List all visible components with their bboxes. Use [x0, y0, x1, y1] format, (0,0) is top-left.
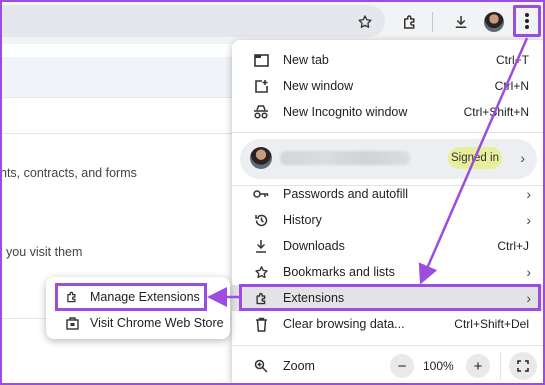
- zoom-in-button[interactable]: +: [466, 354, 490, 378]
- fullscreen-icon: [517, 360, 529, 372]
- zoom-divider: [500, 352, 501, 380]
- menu-item-new-window[interactable]: New window Ctrl+N: [232, 73, 545, 99]
- web-store-icon: [64, 315, 80, 331]
- trash-icon: [252, 315, 270, 333]
- page-text-line: nts, contracts, and forms: [0, 166, 137, 180]
- menu-item-label: History: [283, 213, 322, 227]
- menu-item-label: New Incognito window: [283, 105, 408, 119]
- download-icon: [252, 237, 270, 255]
- menu-item-label: Downloads: [283, 239, 345, 253]
- fullscreen-button[interactable]: [509, 352, 537, 380]
- chevron-right-icon: ›: [526, 264, 531, 280]
- manage-extensions-highlight: [55, 283, 207, 311]
- menu-item-label: Clear browsing data...: [283, 317, 405, 331]
- menu-item-shortcut: Ctrl+T: [496, 53, 529, 67]
- incognito-icon: [252, 103, 270, 121]
- download-icon[interactable]: [449, 10, 473, 34]
- menu-item-shortcut: Ctrl+N: [494, 79, 529, 93]
- zoom-level: 100%: [423, 359, 454, 373]
- new-tab-icon: [252, 51, 270, 69]
- menu-item-clear-browsing-data[interactable]: Clear browsing data... Ctrl+Shift+Del: [232, 311, 545, 337]
- new-window-icon: [252, 77, 270, 95]
- chrome-menu: New tab Ctrl+T New window Ctrl+N New Inc…: [232, 40, 545, 385]
- profile-avatar[interactable]: [484, 12, 504, 32]
- menu-button-highlight: [513, 5, 541, 37]
- menu-item-downloads[interactable]: Downloads Ctrl+J: [232, 233, 545, 259]
- extensions-puzzle-icon[interactable]: [398, 10, 422, 34]
- profile-avatar: [250, 147, 272, 169]
- star-icon: [252, 263, 270, 281]
- menu-item-label: Bookmarks and lists: [283, 265, 395, 279]
- menu-item-new-incognito[interactable]: New Incognito window Ctrl+Shift+N: [232, 99, 545, 125]
- menu-item-shortcut: Ctrl+Shift+Del: [454, 317, 529, 331]
- page-banner: [0, 57, 232, 98]
- menu-item-history[interactable]: History ›: [232, 207, 545, 233]
- toolbar-divider: [432, 12, 433, 32]
- zoom-magnifier-icon: [252, 357, 270, 375]
- address-bar[interactable]: [0, 5, 385, 37]
- submenu-item-web-store[interactable]: Visit Chrome Web Store: [46, 310, 230, 336]
- chevron-right-icon: ›: [526, 186, 531, 202]
- menu-item-new-tab[interactable]: New tab Ctrl+T: [232, 47, 545, 73]
- blurred-profile-name: [280, 151, 410, 165]
- menu-divider: [232, 345, 545, 346]
- chevron-right-icon: ›: [520, 150, 525, 166]
- page-text-line: you visit them: [6, 245, 83, 259]
- menu-item-zoom: Zoom: [232, 353, 545, 379]
- menu-item-label: Passwords and autofill: [283, 187, 409, 201]
- signed-in-badge: Signed in: [448, 147, 502, 169]
- star-icon[interactable]: [353, 10, 377, 34]
- menu-item-passwords[interactable]: Passwords and autofill ›: [232, 181, 545, 207]
- history-icon: [252, 211, 270, 229]
- menu-item-shortcut: Ctrl+J: [497, 239, 529, 253]
- profile-row[interactable]: Signed in ›: [240, 139, 537, 179]
- menu-item-bookmarks[interactable]: Bookmarks and lists ›: [232, 259, 545, 285]
- menu-divider: [232, 132, 545, 133]
- submenu-item-label: Visit Chrome Web Store: [90, 316, 224, 330]
- browser-toolbar: [0, 0, 545, 44]
- menu-item-label: New window: [283, 79, 354, 93]
- zoom-out-button[interactable]: −: [390, 354, 414, 378]
- key-icon: [252, 185, 270, 203]
- content-divider: [0, 133, 232, 134]
- menu-item-label: New tab: [283, 53, 329, 67]
- menu-item-label: Zoom: [283, 359, 315, 373]
- menu-item-shortcut: Ctrl+Shift+N: [463, 105, 529, 119]
- extensions-highlight: [239, 284, 541, 311]
- chevron-right-icon: ›: [526, 212, 531, 228]
